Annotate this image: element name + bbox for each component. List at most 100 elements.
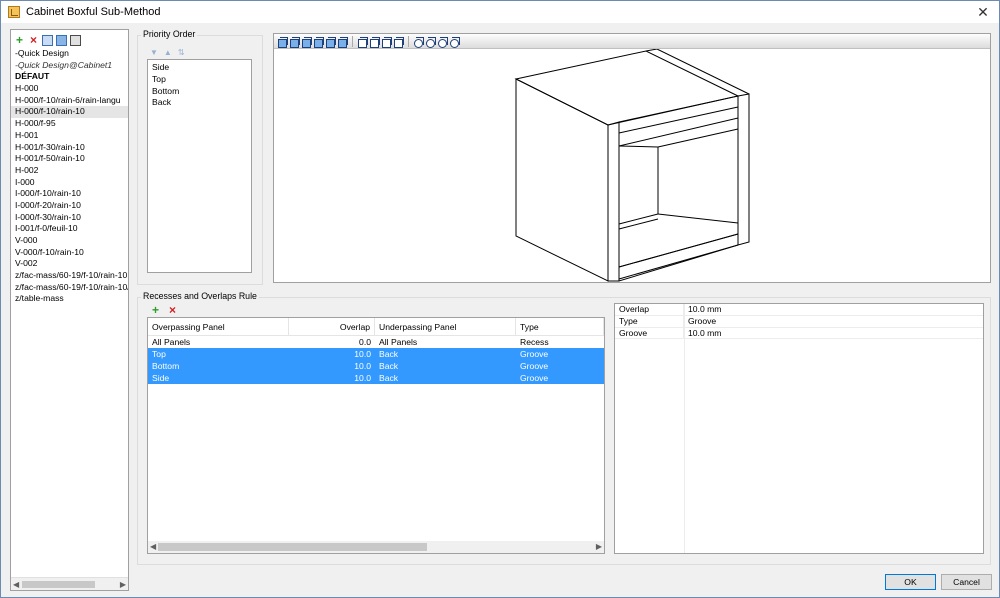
priority-item[interactable]: Top [148, 74, 251, 86]
list-item[interactable]: H-001/f-30/rain-10 [11, 142, 128, 154]
view-top-icon[interactable] [325, 36, 336, 48]
iso-view-1-icon[interactable] [357, 36, 368, 48]
list-item[interactable]: H-000/f-95 [11, 118, 128, 130]
list-item[interactable]: z/table-mass [11, 293, 128, 305]
property-row[interactable]: Overlap 10.0 mm [615, 304, 983, 316]
image-icon[interactable] [56, 34, 67, 46]
priority-item[interactable]: Side [148, 62, 251, 74]
app-icon [8, 6, 20, 18]
table-row[interactable]: Side 10.0 Back Groove [148, 372, 604, 384]
property-row[interactable]: Type Groove [615, 315, 983, 328]
table-cell: All Panels [152, 337, 191, 347]
add-rule-icon[interactable]: + [150, 304, 161, 316]
list-item[interactable]: H-002 [11, 165, 128, 177]
list-item[interactable]: I-001/f-0/feuil-10 [11, 223, 128, 235]
table-row[interactable]: Bottom 10.0 Back Groove [148, 360, 604, 372]
table-cell: Bottom [152, 361, 180, 371]
design-list-panel: + × -Quick Design -Quick Design@Cabinet1 D… [10, 29, 129, 591]
table-cell: Side [152, 373, 170, 383]
list-item[interactable]: z/fac-mass/60-19/f-10/rain-10/tb- [11, 282, 128, 294]
iso-view-4-icon[interactable] [393, 36, 404, 48]
right-side-front [618, 95, 739, 282]
iso-view-2-icon[interactable] [369, 36, 380, 48]
copy-icon[interactable] [42, 34, 53, 46]
move-up-icon[interactable]: ▲ [164, 48, 172, 57]
list-item[interactable]: H-000/f-10/rain-10 [11, 106, 128, 119]
table-cell: Back [379, 361, 399, 371]
move-down-icon[interactable]: ▼ [150, 48, 158, 57]
rotate-view-3-icon[interactable] [437, 36, 448, 48]
property-value[interactable]: 10.0 mm [684, 328, 721, 339]
property-key: Overlap [615, 304, 684, 315]
add-icon[interactable]: + [14, 34, 25, 46]
window-title: Cabinet Boxful Sub-Method [26, 6, 161, 18]
scroll-right-icon[interactable]: ▶ [596, 542, 602, 551]
list-item[interactable]: -Quick Design [11, 48, 128, 60]
table-cell: Back [379, 373, 399, 383]
property-rows: Overlap 10.0 mm Type Groove Groove 10.0 mm [615, 304, 983, 340]
list-item[interactable]: V-000 [11, 235, 128, 247]
scroll-left-icon[interactable]: ◀ [150, 542, 156, 551]
list-item[interactable]: I-000/f-30/rain-10 [11, 212, 128, 224]
view-right-icon[interactable] [313, 36, 324, 48]
list-item[interactable]: V-000/f-10/rain-10 [11, 247, 128, 259]
column-header[interactable]: Overpassing Panel [148, 318, 289, 335]
scroll-thumb[interactable] [22, 581, 95, 588]
list-item[interactable]: I-000 [11, 177, 128, 189]
list-item[interactable]: DÉFAUT [11, 71, 128, 83]
horizontal-scrollbar[interactable]: ◀ ▶ [11, 577, 128, 590]
table-cell: Groove [520, 361, 549, 371]
list-item[interactable]: V-002 [11, 258, 128, 270]
scroll-right-icon[interactable]: ▶ [120, 580, 126, 589]
sort-icon[interactable]: ⇅ [178, 48, 185, 57]
scroll-left-icon[interactable]: ◀ [13, 580, 19, 589]
properties-icon[interactable] [70, 34, 81, 46]
list-item[interactable]: I-000/f-10/rain-10 [11, 188, 128, 200]
view-toolbar [274, 34, 990, 49]
table-cell: 10.0 [354, 373, 371, 383]
list-item[interactable]: H-000 [11, 83, 128, 95]
left-toolbar: + × [11, 32, 128, 48]
view-front-icon[interactable] [277, 36, 288, 48]
dialog-window: Cabinet Boxful Sub-Method ✕ + × -Quick D… [0, 0, 1000, 598]
column-header[interactable]: Type [516, 318, 604, 335]
rotate-view-4-icon[interactable] [449, 36, 460, 48]
property-value[interactable]: Groove [684, 316, 716, 327]
list-item[interactable]: -Quick Design@Cabinet1 [11, 60, 128, 72]
column-header[interactable]: Overlap [289, 318, 375, 335]
view-back-icon[interactable] [289, 36, 300, 48]
property-row[interactable]: Groove 10.0 mm [615, 327, 983, 340]
column-header[interactable]: Underpassing Panel [375, 318, 516, 335]
table-cell: Top [152, 349, 166, 359]
view-bottom-icon[interactable] [337, 36, 348, 48]
ok-button[interactable]: OK [885, 574, 936, 590]
right-side-thickness [737, 93, 750, 246]
list-item[interactable]: H-001 [11, 130, 128, 142]
view-left-icon[interactable] [301, 36, 312, 48]
table-cell: 10.0 [354, 361, 371, 371]
list-item[interactable]: H-001/f-50/rain-10 [11, 153, 128, 165]
list-item[interactable]: I-000/f-20/rain-10 [11, 200, 128, 212]
table-horizontal-scrollbar[interactable]: ◀ ▶ [148, 541, 604, 553]
priority-list: Side Top Bottom Back [147, 59, 252, 273]
list-item[interactable]: H-000/f-10/rain-6/rain-langu [11, 95, 128, 107]
rotate-view-2-icon[interactable] [425, 36, 436, 48]
close-button[interactable]: ✕ [975, 4, 991, 20]
property-value[interactable]: 10.0 mm [684, 304, 721, 315]
table-row[interactable]: All Panels 0.0 All Panels Recess [148, 336, 604, 348]
priority-item[interactable]: Bottom [148, 86, 251, 98]
iso-view-3-icon[interactable] [381, 36, 392, 48]
priority-item[interactable]: Back [148, 97, 251, 109]
table-cell: Groove [520, 349, 549, 359]
list-item[interactable]: z/fac-mass/60-19/f-10/rain-10 [11, 270, 128, 282]
rotate-view-1-icon[interactable] [413, 36, 424, 48]
delete-icon[interactable]: × [28, 34, 39, 46]
delete-rule-icon[interactable]: × [167, 304, 178, 316]
left-side-panel [515, 78, 609, 282]
table-row[interactable]: Top 10.0 Back Groove [148, 348, 604, 360]
cancel-button[interactable]: Cancel [941, 574, 992, 590]
recesses-table: Overpassing Panel Overlap Underpassing P… [147, 317, 605, 554]
scroll-thumb[interactable] [158, 543, 427, 551]
design-list: -Quick Design -Quick Design@Cabinet1 DÉFAU… [11, 48, 128, 305]
property-grid: Overlap 10.0 mm Type Groove Groove 10.0 mm [614, 303, 984, 554]
